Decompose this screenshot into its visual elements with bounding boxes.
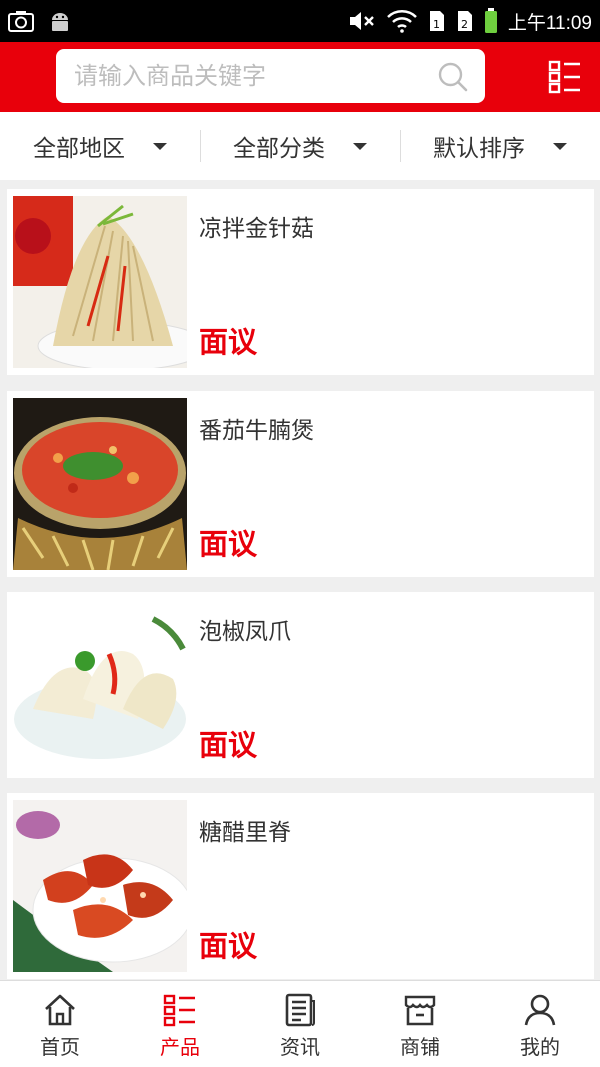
shop-icon: [404, 995, 436, 1026]
tab-products-label: 产品: [160, 1035, 200, 1059]
tab-profile[interactable]: 我的: [480, 981, 600, 1067]
product-image-sweet-sour-pork[interactable]: [13, 800, 187, 972]
bottom-tab-bar: 首页 产品 资讯 商铺 我的: [0, 980, 600, 1067]
tab-news[interactable]: 资讯: [240, 981, 360, 1067]
filter-category[interactable]: 全部分类: [200, 112, 400, 180]
android-icon: [52, 13, 68, 31]
search-input[interactable]: [56, 49, 426, 103]
search-icon[interactable]: [437, 61, 469, 93]
header: [0, 42, 600, 112]
product-title[interactable]: 泡椒凤爪: [199, 612, 291, 646]
wifi-icon: [386, 10, 417, 33]
user-icon: [524, 994, 556, 1026]
tab-products[interactable]: 产品: [120, 981, 240, 1067]
caret-down-icon: [553, 142, 567, 150]
product-price: 面议: [199, 325, 258, 359]
product-list-icon: [163, 994, 195, 1027]
filter-category-label: 全部分类: [233, 136, 325, 162]
product-title[interactable]: 凉拌金针菇: [199, 209, 314, 243]
product-price: 面议: [199, 929, 258, 963]
product-title[interactable]: 番茄牛腩煲: [199, 411, 314, 445]
news-icon: [285, 993, 315, 1027]
screenshot-icon: [8, 11, 34, 32]
product-item[interactable]: 糖醋里脊 面议: [7, 793, 594, 979]
product-item[interactable]: 凉拌金针菇 面议: [7, 189, 594, 375]
tab-news-label: 资讯: [280, 1035, 320, 1059]
search-box[interactable]: [56, 49, 485, 103]
tab-home[interactable]: 首页: [0, 981, 120, 1067]
product-image-enoki-salad[interactable]: [13, 196, 187, 368]
tab-shop[interactable]: 商铺: [360, 981, 480, 1067]
status-time: 上午11:09: [507, 12, 592, 34]
product-title[interactable]: 糖醋里脊: [199, 813, 291, 847]
tab-shop-label: 商铺: [400, 1035, 440, 1059]
product-price: 面议: [199, 527, 258, 561]
svg-text:1: 1: [433, 18, 440, 31]
filter-sort[interactable]: 默认排序: [400, 112, 600, 180]
sim1-icon: 1: [429, 11, 444, 31]
filter-sort-label: 默认排序: [433, 136, 525, 162]
sim2-icon: 2: [457, 11, 472, 31]
tab-profile-label: 我的: [520, 1035, 560, 1059]
mute-icon: [349, 12, 374, 30]
category-menu-icon[interactable]: [548, 60, 582, 94]
product-item[interactable]: 泡椒凤爪 面议: [7, 592, 594, 778]
product-item[interactable]: 番茄牛腩煲 面议: [7, 391, 594, 577]
filter-region[interactable]: 全部地区: [0, 112, 200, 180]
battery-icon: [484, 8, 497, 33]
product-image-tomato-beef-pot[interactable]: [13, 398, 187, 570]
filter-bar: 全部地区 全部分类 默认排序: [0, 112, 600, 180]
caret-down-icon: [153, 142, 167, 150]
product-image-pickled-chicken-feet[interactable]: [13, 599, 187, 771]
home-icon: [45, 994, 75, 1026]
status-bar: 1 2 上午11:09: [0, 0, 600, 42]
svg-text:2: 2: [461, 18, 468, 31]
filter-region-label: 全部地区: [33, 136, 125, 162]
caret-down-icon: [353, 142, 367, 150]
product-price: 面议: [199, 728, 258, 762]
tab-home-label: 首页: [40, 1035, 80, 1059]
